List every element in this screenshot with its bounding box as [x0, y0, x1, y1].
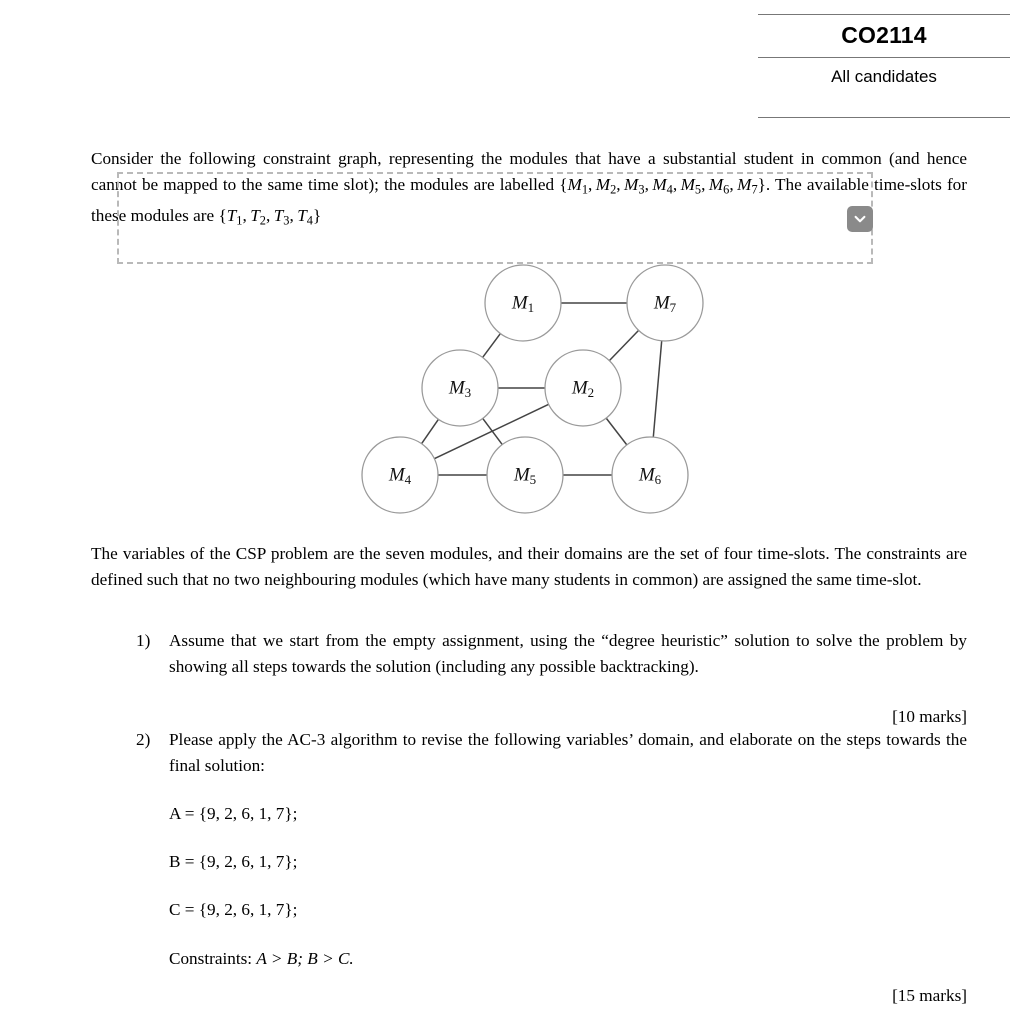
constraints-row: Constraints: A > B; B > C.: [91, 946, 967, 972]
marks-label: [15 marks]: [892, 986, 967, 1005]
graph-nodes: M1 M7 M3 M2 M4 M5 M6: [361, 264, 704, 514]
exam-header: CO2114 All candidates: [758, 14, 1010, 118]
question-text: Please apply the AC-3 algorithm to revis…: [169, 730, 967, 775]
question-2-marks-container: [15 marks]: [91, 983, 967, 1009]
question-number: 2): [136, 730, 151, 749]
constraints-expression: A > B; B > C.: [256, 949, 354, 968]
graph-node-M4: M4: [361, 436, 439, 514]
domain-row: A = {9, 2, 6, 1, 7};: [91, 801, 967, 827]
module-code: CO2114: [841, 22, 927, 48]
domain-variable-value: = {9, 2, 6, 1, 7};: [184, 804, 298, 823]
constraint-graph-figure: M1 M7 M3 M2 M4 M5 M6: [355, 258, 705, 520]
graph-node-M5: M5: [486, 436, 564, 514]
question-item: 2) Please apply the AC-3 algorithm to re…: [91, 727, 967, 778]
csp-paragraph-container: The variables of the CSP problem are the…: [91, 541, 967, 592]
intro-paragraph: Consider the following constraint graph,…: [91, 146, 967, 234]
graph-edge-M7-M6: [652, 340, 663, 438]
candidates-label: All candidates: [831, 67, 937, 86]
graph-edge-M3-M4: [420, 418, 440, 445]
question-number: 1): [136, 631, 151, 650]
header-spacer: [758, 87, 1010, 117]
graph-edge-M1-M3: [482, 333, 501, 358]
question-1-container: 1) Assume that we start from the empty a…: [91, 628, 967, 730]
csp-paragraph: The variables of the CSP problem are the…: [91, 544, 967, 589]
graph-node-M1: M1: [484, 264, 562, 342]
graph-node-M7: M7: [626, 264, 704, 342]
domain-variable-name: C: [169, 900, 181, 919]
constraint-graph-svg: M1 M7 M3 M2 M4 M5 M6: [361, 264, 704, 514]
graph-edge-M2-M7: [608, 329, 640, 362]
chevron-down-icon[interactable]: [847, 206, 873, 232]
graph-node-M6: M6: [611, 436, 689, 514]
constraints-label: Constraints:: [169, 949, 257, 968]
timeslots-set: {T1, T2, T3, T4}: [218, 205, 322, 228]
domain-row: B = {9, 2, 6, 1, 7};: [91, 849, 967, 875]
domain-row: C = {9, 2, 6, 1, 7};: [91, 897, 967, 923]
question-item: 1) Assume that we start from the empty a…: [91, 628, 967, 679]
domain-variable-name: B: [169, 852, 181, 871]
modules-set: {M1, M2, M3, M4, M5, M6, M7}: [559, 174, 766, 197]
question-2-container: 2) Please apply the AC-3 algorithm to re…: [91, 727, 967, 778]
domain-variable-value: = {9, 2, 6, 1, 7};: [184, 900, 298, 919]
domain-line-c: C = {9, 2, 6, 1, 7};: [91, 897, 967, 923]
marks-label: [10 marks]: [892, 707, 967, 727]
constraints-line-container: Constraints: A > B; B > C.: [91, 946, 967, 972]
graph-edge-M2-M6: [605, 417, 628, 446]
question-text: Assume that we start from the empty assi…: [169, 631, 967, 676]
intro-paragraph-container: Consider the following constraint graph,…: [91, 146, 967, 234]
domain-variable-name: A: [169, 804, 181, 823]
header-rule-bottom: [758, 117, 1010, 118]
domain-line-b: B = {9, 2, 6, 1, 7};: [91, 849, 967, 875]
graph-node-M3: M3: [421, 349, 499, 427]
graph-node-M2: M2: [544, 349, 622, 427]
domain-variable-value: = {9, 2, 6, 1, 7};: [184, 852, 298, 871]
domain-line-a: A = {9, 2, 6, 1, 7};: [91, 801, 967, 827]
